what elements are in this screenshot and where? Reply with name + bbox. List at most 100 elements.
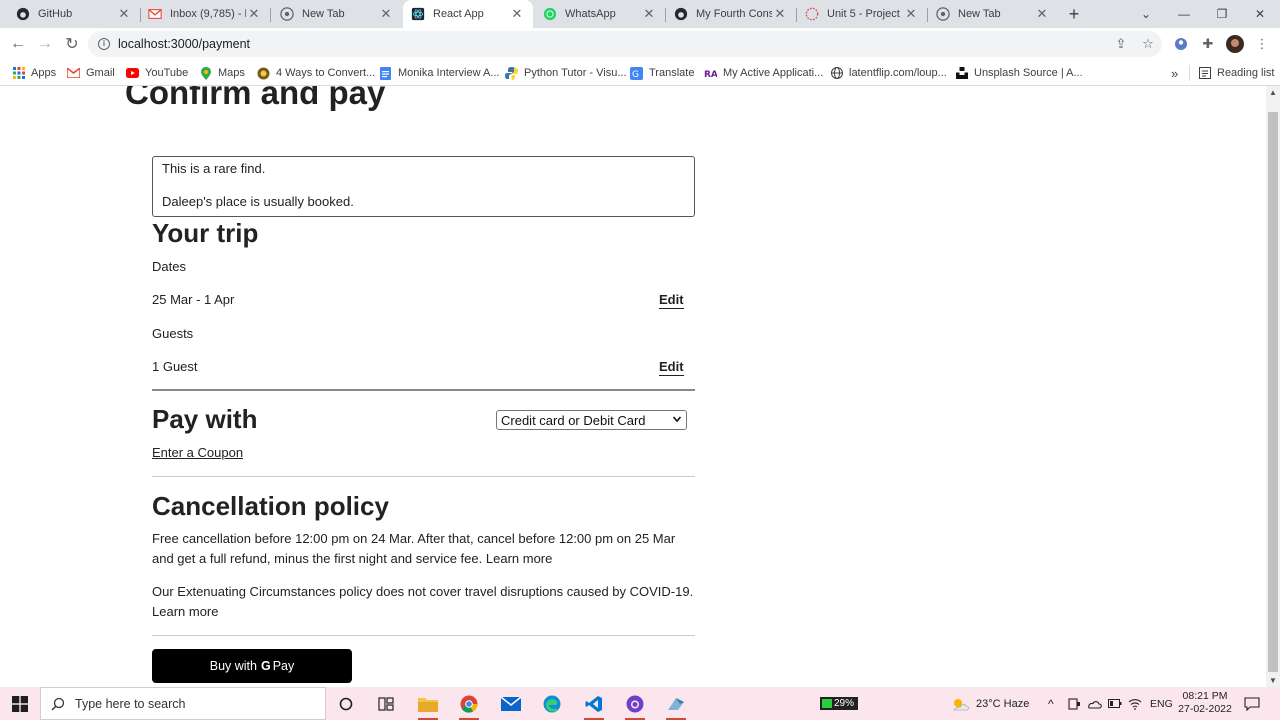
gmail-icon	[148, 9, 162, 19]
extensions-puzzle-icon[interactable]: ✚	[1199, 35, 1217, 53]
whatsapp-icon	[543, 7, 557, 21]
close-icon[interactable]: ✕	[116, 6, 132, 22]
close-icon[interactable]: ✕	[1034, 6, 1050, 22]
bookmark-4ways[interactable]: 4 Ways to Convert...	[257, 64, 375, 82]
snip-tool-icon[interactable]	[662, 690, 690, 720]
bookmark-label: My Active Applicati...	[723, 67, 824, 79]
buy-with-gpay-button[interactable]: Buy with G Pay	[152, 649, 352, 683]
minimize-button[interactable]: —	[1164, 0, 1204, 28]
battery-percent: 29%	[834, 698, 855, 709]
bookmark-gmail[interactable]: Gmail	[67, 64, 115, 82]
bookmark-python-tutor[interactable]: Python Tutor - Visu...	[505, 64, 627, 82]
bookmark-maps[interactable]: Maps	[199, 64, 245, 82]
bookmark-latentflip[interactable]: latentflip.com/loup...	[830, 64, 947, 82]
windows-taskbar: Type here to search 29% 23°C Haze ^ ENG …	[0, 687, 1280, 720]
bookmarks-bar: Apps Gmail YouTube Maps 4 Ways to Conver…	[0, 60, 1280, 86]
close-icon[interactable]: ✕	[772, 6, 788, 22]
learn-more-link[interactable]: Learn more	[486, 551, 552, 566]
translate-icon: G	[630, 66, 643, 80]
bookmark-label: Maps	[218, 67, 245, 79]
search-icon	[51, 697, 65, 710]
edit-guests-button[interactable]: Edit	[659, 359, 684, 376]
learn-more-link[interactable]: Learn more	[152, 604, 218, 619]
bookmark-monika[interactable]: Monika Interview A...	[379, 64, 500, 82]
reading-list-button[interactable]: Reading list	[1198, 64, 1274, 82]
close-icon[interactable]: ✕	[378, 6, 394, 22]
enter-coupon-link[interactable]: Enter a Coupon	[152, 445, 243, 460]
chevron-down-icon	[672, 416, 682, 423]
bookmark-label: Python Tutor - Visu...	[524, 67, 627, 79]
site-info-icon[interactable]: i	[98, 38, 110, 50]
address-bar[interactable]: i localhost:3000/payment	[88, 31, 1162, 57]
guests-label: Guests	[152, 326, 194, 341]
edit-dates-button[interactable]: Edit	[659, 292, 684, 309]
tab-gmail[interactable]: Inbox (9,785) - km ✕	[140, 0, 270, 28]
bookmark-unsplash[interactable]: Unsplash Source | A...	[955, 64, 1083, 82]
bookmark-youtube[interactable]: YouTube	[126, 64, 188, 82]
edge-icon[interactable]	[538, 690, 566, 717]
scroll-down-icon[interactable]: ▼	[1269, 676, 1277, 685]
back-button[interactable]: ←	[6, 32, 30, 56]
bookmark-my-active[interactable]: RA My Active Applicati...	[704, 64, 823, 82]
tab-whatsapp[interactable]: WhatsApp ✕	[535, 0, 665, 28]
close-icon[interactable]: ✕	[641, 6, 657, 22]
page-scrollbar[interactable]: ▲ ▼	[1266, 86, 1280, 687]
mail-icon[interactable]	[497, 690, 525, 717]
tab-new-tab[interactable]: New Tab ✕	[272, 0, 402, 28]
battery-fill	[822, 699, 832, 708]
new-tab-button[interactable]: +	[1064, 4, 1084, 24]
url-text: localhost:3000/payment	[118, 37, 251, 51]
divider	[152, 476, 695, 477]
tab-my-fourth[interactable]: My Fourth Const ✕	[666, 0, 796, 28]
language-indicator[interactable]: ENG	[1150, 687, 1173, 720]
close-icon[interactable]: ✕	[246, 6, 262, 22]
notifications-icon[interactable]	[1244, 687, 1260, 720]
vscode-icon[interactable]	[580, 690, 608, 720]
tab-react-app[interactable]: React App ✕	[403, 0, 533, 28]
windows-logo-icon	[12, 695, 28, 712]
show-hidden-icons-button[interactable]: ^	[1048, 687, 1054, 720]
bookmark-translate[interactable]: G Translate	[630, 64, 694, 82]
battery-indicator[interactable]: 29%	[820, 697, 858, 710]
tab-title: My Fourth Const	[696, 8, 772, 20]
avatar[interactable]	[1226, 35, 1244, 53]
scrollbar-thumb[interactable]	[1268, 112, 1278, 672]
tab-github[interactable]: GitHub ✕	[8, 0, 140, 28]
battery-tray-icon[interactable]	[1108, 687, 1122, 720]
menu-kebab-icon[interactable]: ⋮	[1253, 35, 1271, 53]
profile-extension-icon[interactable]	[1172, 35, 1190, 53]
bookmark-label: Unsplash Source | A...	[974, 67, 1083, 79]
file-explorer-icon[interactable]	[414, 690, 442, 720]
tab-title: New Tab	[302, 8, 345, 20]
payment-method-value: Credit card or Debit Card	[501, 412, 646, 428]
bookmark-star-icon[interactable]: ☆	[1139, 35, 1157, 53]
close-icon[interactable]: ✕	[903, 6, 919, 22]
clock-date: 27-02-2022	[1178, 703, 1232, 715]
task-view-icon[interactable]	[372, 690, 400, 717]
restore-button[interactable]: ❐	[1202, 0, 1242, 28]
forward-button[interactable]: →	[33, 32, 57, 56]
covid-paragraph: Our Extenuating Circumstances policy doe…	[152, 584, 694, 599]
tab-unit5[interactable]: Unit 5 - Project S ✕	[797, 0, 927, 28]
tray-meet-icon[interactable]	[1068, 687, 1081, 720]
cortana-icon[interactable]	[332, 690, 360, 717]
scroll-up-icon[interactable]: ▲	[1269, 88, 1277, 97]
share-icon[interactable]: ⇪	[1112, 35, 1130, 53]
tab-new-tab-2[interactable]: New Tab ✕	[928, 0, 1058, 28]
github-desktop-icon[interactable]	[621, 690, 649, 720]
weather-widget[interactable]: 23°C Haze	[950, 687, 1029, 720]
wifi-icon[interactable]	[1128, 687, 1142, 720]
more-bookmarks-button[interactable]: »	[1171, 64, 1178, 82]
system-clock[interactable]: 08:21 PM 27-02-2022	[1176, 690, 1234, 716]
onedrive-icon[interactable]	[1087, 687, 1102, 720]
payment-method-select[interactable]: Credit card or Debit Card	[496, 410, 687, 430]
bookmark-apps[interactable]: Apps	[12, 64, 56, 82]
close-icon[interactable]: ✕	[509, 6, 525, 22]
tab-title: React App	[433, 8, 484, 20]
start-button[interactable]	[0, 687, 40, 720]
taskbar-search-input[interactable]: Type here to search	[40, 687, 326, 720]
reload-button[interactable]: ↻	[60, 32, 84, 56]
chrome-icon[interactable]	[455, 690, 483, 720]
close-window-button[interactable]: ✕	[1240, 0, 1280, 28]
tab-search-button[interactable]: ⌄	[1126, 0, 1166, 28]
